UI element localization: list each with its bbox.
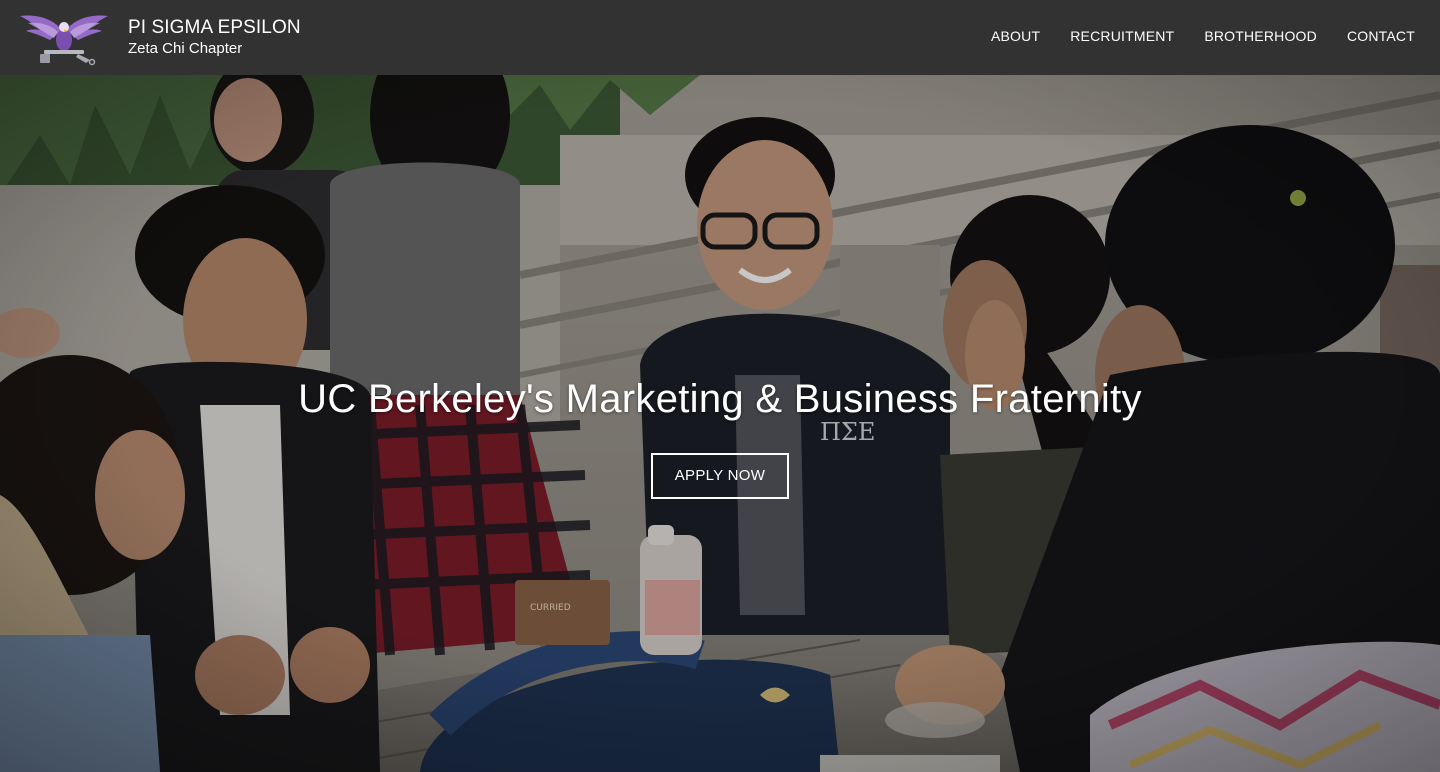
nav-brotherhood-link[interactable]: BROTHERHOOD	[1204, 28, 1317, 44]
eagle-crest-icon	[20, 15, 108, 66]
brand-title: PI SIGMA EPSILON	[128, 17, 301, 39]
hero-section: ΠΣΕ CURRIED	[0, 75, 1440, 772]
brand-home-link[interactable]: PI SIGMA EPSILON Zeta Chi Chapter	[18, 10, 301, 66]
nav-about-link[interactable]: ABOUT	[991, 28, 1040, 44]
brand-subtitle: Zeta Chi Chapter	[128, 40, 243, 58]
main-nav: ABOUT RECRUITMENT BROTHERHOOD CONTACT	[961, 28, 1415, 44]
brand-text: PI SIGMA EPSILON Zeta Chi Chapter	[128, 17, 301, 58]
nav-contact-link[interactable]: CONTACT	[1347, 28, 1415, 44]
hero-heading: UC Berkeley's Marketing & Business Frate…	[298, 377, 1142, 421]
page: PI SIGMA EPSILON Zeta Chi Chapter ABOUT …	[0, 0, 1440, 772]
hero-overlay	[0, 75, 1440, 772]
apply-now-button[interactable]: APPLY NOW	[651, 453, 789, 499]
navbar: PI SIGMA EPSILON Zeta Chi Chapter ABOUT …	[0, 0, 1440, 75]
nav-recruitment-link[interactable]: RECRUITMENT	[1070, 28, 1174, 44]
